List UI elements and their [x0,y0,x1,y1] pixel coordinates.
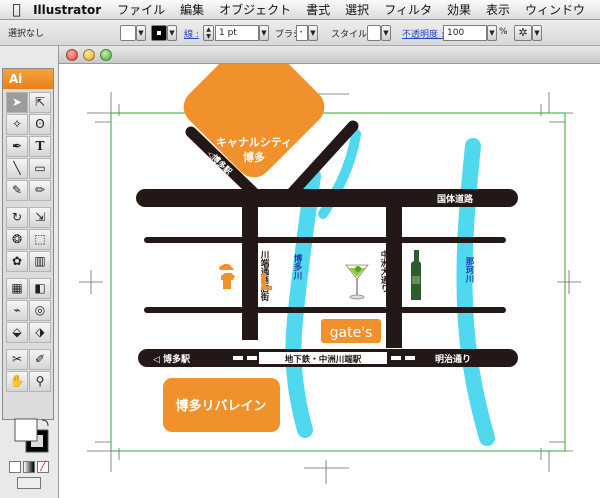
hakata-river-label: 博多川 [292,253,303,280]
line-tool-icon[interactable]: ╲ [6,158,28,179]
mesh-tool-icon[interactable]: ▦ [6,278,28,299]
stroke-weight-field[interactable]: 1 pt [215,25,259,41]
options-dropdown[interactable]: ▼ [532,25,542,41]
meiji-street-label: 明治通り [435,353,471,365]
magic-wand-tool-icon[interactable]: ✧ [6,114,28,135]
blend-tool-icon[interactable]: ◎ [29,300,51,321]
rectangle-tool-icon[interactable]: ▭ [29,158,51,179]
brush-dropdown[interactable]: ▼ [308,25,318,41]
canal-city-block [183,64,325,178]
shoe-icon [219,263,234,270]
eraser-tool-icon[interactable]: ✐ [29,349,51,370]
tools-separator [6,273,51,277]
opacity-dropdown[interactable]: ▼ [487,25,497,41]
style-swatch[interactable] [367,25,381,41]
nakasu-street-label: 中洲大通り [379,249,389,293]
menu-object[interactable]: オブジェクト [219,1,291,18]
wine-bottle-icon [411,250,421,300]
stroke-weight-label[interactable]: 線 : [184,27,199,40]
pen-tool-icon[interactable]: ✒ [6,136,28,157]
color-mode-icon[interactable] [9,461,21,473]
selection-status: 選択なし [8,29,45,39]
fill-color-swatch[interactable] [120,25,136,41]
canal-city-label-1: キャナルシティ [216,136,292,149]
scale-tool-icon[interactable]: ⇲ [29,207,51,228]
subway-station-label: 地下鉄・中洲川端駅 [285,354,362,365]
hand-tool-icon[interactable]: ✋ [6,371,28,392]
fill-dropdown-arrow[interactable]: ▼ [136,25,146,41]
style-dropdown[interactable]: ▼ [381,25,391,41]
menu-filter[interactable]: フィルタ [384,1,432,18]
menu-select[interactable]: 選択 [345,1,369,18]
swap-arrow-icon[interactable] [41,419,49,427]
opacity-field[interactable]: 100 [443,25,487,41]
naka-river-label: 那珂川 [464,257,475,283]
apple-icon[interactable]:  [0,2,33,18]
stroke-weight-stepper[interactable]: ▲ ▼ [203,25,214,41]
gates-label: gate's [330,325,373,341]
screen-mode-icon[interactable] [17,477,41,489]
menu-type[interactable]: 書式 [306,1,330,18]
opacity-label[interactable]: 不透明度 : [402,27,444,40]
hakata-station-label: ◁ 博多駅 [153,353,191,365]
menu-file[interactable]: ファイル [117,1,165,18]
symbol-sprayer-tool-icon[interactable]: ✿ [6,251,28,272]
stroke-color-swatch[interactable] [151,25,167,41]
menu-app-name[interactable]: Illustrator [33,3,101,17]
menu-bar:  Illustrator ファイル 編集 オブジェクト 書式 選択 フィルタ … [0,0,600,20]
type-tool-icon[interactable]: T [29,136,51,157]
column-graph-tool-icon[interactable]: ▥ [29,251,51,272]
menu-view[interactable]: 表示 [486,1,510,18]
free-transform-tool-icon[interactable]: ⬚ [29,229,51,250]
document-window: キャナルシティ 博多 ◁博多駅 国体道路 川端通商店街 博多川 中洲大通り 那珂… [58,46,600,498]
selection-tool-icon[interactable]: ➤ [6,92,28,113]
tools-separator [6,344,51,348]
magic-wand-icon[interactable]: ✲ [514,25,532,41]
hakata-river-shape [285,168,321,438]
cocktail-glass-icon [345,264,369,300]
tools-separator [6,202,51,206]
menu-effect[interactable]: 効果 [447,1,471,18]
live-paint-tool-icon[interactable]: ⬙ [6,322,28,343]
warp-tool-icon[interactable]: ❂ [6,229,28,250]
zoom-tool-icon[interactable]: ⚲ [29,371,51,392]
canal-city-label-2: 博多 [243,150,265,164]
tools-panel: Ai ➤ ⇱ ✧ ʘ ✒ T ╲ ▭ ✎ ✏ ↻ ⇲ ❂ ⬚ ✿ ▥ ▦ ◧ ⌁… [2,68,54,489]
document-titlebar [59,46,600,64]
stroke-dropdown-arrow[interactable]: ▼ [167,25,177,41]
brush-field[interactable]: ･ [296,25,308,41]
direct-selection-tool-icon[interactable]: ⇱ [29,92,51,113]
tools-panel-title: Ai [3,69,53,89]
lasso-tool-icon[interactable]: ʘ [29,114,51,135]
tools-grid: ➤ ⇱ ✧ ʘ ✒ T ╲ ▭ ✎ ✏ ↻ ⇲ ❂ ⬚ ✿ ▥ ▦ ◧ ⌁ ◎ … [3,89,53,395]
shirt-icon [221,273,235,289]
rotate-tool-icon[interactable]: ↻ [6,207,28,228]
fill-swatch[interactable] [14,418,38,442]
menu-window[interactable]: ウィンドウ [525,1,585,18]
gradient-tool-icon[interactable]: ◧ [29,278,51,299]
menu-edit[interactable]: 編集 [180,1,204,18]
none-mode-icon[interactable]: ╱ [37,461,49,473]
fill-stroke-swatches[interactable] [13,417,53,457]
national-road-label: 国体道路 [437,193,474,205]
pencil-tool-icon[interactable]: ✏ [29,180,51,201]
slice-tool-icon[interactable]: ✂ [6,349,28,370]
live-paint-selection-icon[interactable]: ⬗ [29,322,51,343]
gradient-mode-icon[interactable] [23,461,35,473]
riverain-label: 博多リバレイン [175,398,266,414]
control-bar: 選択なし ▼ ▼ 線 : ▲ ▼ 1 pt ▼ ブラシ : ･ ▼ スタイル : … [0,20,600,46]
opacity-unit: % [499,27,508,37]
minimize-window-button[interactable] [83,49,95,61]
paintbrush-tool-icon[interactable]: ✎ [6,180,28,201]
zoom-window-button[interactable] [100,49,112,61]
stroke-swatch-inner [156,30,162,36]
stroke-weight-dropdown[interactable]: ▼ [259,25,269,41]
color-modes: ╱ [9,461,49,473]
close-window-button[interactable] [66,49,78,61]
artwork-canvas[interactable]: キャナルシティ 博多 ◁博多駅 国体道路 川端通商店街 博多川 中洲大通り 那珂… [59,64,600,498]
eyedropper-tool-icon[interactable]: ⌁ [6,300,28,321]
